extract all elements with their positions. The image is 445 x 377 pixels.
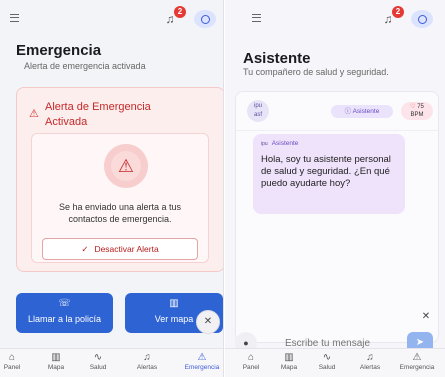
alert-title: Alerta de Emergencia Activada (45, 101, 151, 128)
nav-label: Panel (242, 364, 260, 371)
bottom-nav: ⌂ Panel ▥ Mapa ∿ Salud ♫ Alertas ⚠ Emerg… (225, 348, 445, 377)
emergency-alert-card: ⚠ Alerta de Emergencia Activada ⚠ Se ha … (16, 87, 223, 272)
sender-name: Asistente (271, 140, 299, 147)
heart-rate-badge: ♡ 75 BPM (401, 102, 433, 120)
map-icon: ▥ (51, 352, 61, 363)
send-icon: ➤ (415, 337, 425, 348)
mute-icon[interactable]: ✕ (415, 306, 437, 328)
nav-item-alertas[interactable]: ♫ Alertas (125, 352, 169, 371)
pulse-icon: ∿ (322, 352, 332, 363)
pulse-icon: ∿ (93, 352, 103, 363)
assistant-message-bubble: ipu Asistente Hola, soy tu asistente pers… (253, 134, 405, 214)
menu-icon[interactable] (252, 14, 261, 22)
nav-item-alertas[interactable]: ♫ Alertas (348, 352, 392, 371)
call-police-label: Llamar a la policía (27, 314, 102, 324)
nav-item-panel[interactable]: ⌂ Panel (0, 352, 34, 371)
bpm-value: 75 (417, 104, 424, 110)
map-icon: ▥ (169, 298, 179, 309)
chat-panel: ipu asf ⓘ Asistente ♡ 75 BPM ipu Asistente… (235, 91, 439, 343)
nav-label: Panel (3, 364, 21, 371)
nav-label: Mapa (280, 364, 298, 371)
message-text: Hola, soy tu asistente personal de salud… (261, 154, 391, 189)
chat-header: ipu asf ⓘ Asistente ♡ 75 BPM (236, 92, 438, 131)
top-bar: ♫ 2 (0, 0, 223, 38)
check-icon: ✓ (81, 244, 89, 254)
emergency-screen: ♫ 2 Emergencia Alerta de emergencia acti… (0, 0, 224, 377)
assistant-tag[interactable]: ⓘ Asistente (331, 105, 393, 118)
nav-label: Alertas (359, 364, 381, 371)
notification-badge: 2 (392, 6, 404, 18)
warning-badge: ⚠ (104, 144, 148, 188)
alert-message: Se ha enviado una alerta a tus contactos… (58, 202, 182, 224)
page-subtitle: Alerta de emergencia activada (24, 61, 146, 71)
nav-label: Emergencia (399, 364, 435, 371)
nav-item-emergencia[interactable]: ⚠ Emergencia (180, 352, 223, 371)
menu-icon[interactable] (10, 14, 19, 22)
bell-icon: ♫ (143, 352, 151, 363)
profile-avatar[interactable] (411, 10, 433, 28)
nav-label: Emergencia (184, 364, 220, 371)
alert-status-card: ⚠ Se ha enviado una alerta a tus contact… (31, 133, 209, 263)
assistant-logo-icon: ipu asf (247, 100, 269, 122)
page-title: Asistente (243, 50, 311, 67)
assistant-logo-icon: ipu (261, 141, 268, 147)
profile-avatar[interactable] (194, 10, 216, 28)
warning-icon: ⚠ (111, 151, 141, 181)
nav-item-mapa[interactable]: ▥ Mapa (34, 352, 78, 371)
nav-item-salud[interactable]: ∿ Salud (76, 352, 120, 371)
info-icon: ⓘ (344, 108, 352, 115)
page-title: Emergencia (16, 42, 102, 59)
nav-label: Mapa (47, 364, 65, 371)
nav-item-emergencia[interactable]: ⚠ Emergencia (395, 352, 439, 371)
deactivate-label: Desactivar Alerta (94, 244, 159, 254)
bpm-unit: BPM (410, 112, 424, 118)
mute-icon[interactable]: ✕ (196, 310, 220, 334)
warning-icon: ⚠ (197, 352, 207, 363)
top-bar: ♫ 2 (225, 0, 445, 38)
bell-icon: ♫ (366, 352, 374, 363)
phone-icon: ☏ (58, 298, 71, 309)
home-icon: ⌂ (8, 352, 16, 363)
page-subtitle: Tu compañero de salud y seguridad. (243, 67, 389, 77)
nav-label: Salud (89, 364, 107, 371)
call-police-button[interactable]: ☏ Llamar a la policía (16, 293, 113, 333)
nav-label: Salud (318, 364, 336, 371)
deactivate-alert-button[interactable]: ✓ Desactivar Alerta (42, 238, 198, 260)
heart-icon: ♡ (410, 104, 416, 110)
notification-badge: 2 (174, 6, 186, 18)
nav-label: Alertas (136, 364, 158, 371)
nav-item-salud[interactable]: ∿ Salud (305, 352, 349, 371)
assistant-tag-label: Asistente (352, 108, 380, 115)
warning-icon: ⚠ (29, 108, 39, 120)
message-sender: ipu Asistente (261, 140, 298, 147)
warning-icon: ⚠ (412, 352, 422, 363)
assistant-screen: ♫ 2 Asistente Tu compañero de salud y se… (225, 0, 445, 377)
bottom-nav: ⌂ Panel ▥ Mapa ∿ Salud ♫ Alertas ⚠ Emerg… (0, 348, 223, 377)
